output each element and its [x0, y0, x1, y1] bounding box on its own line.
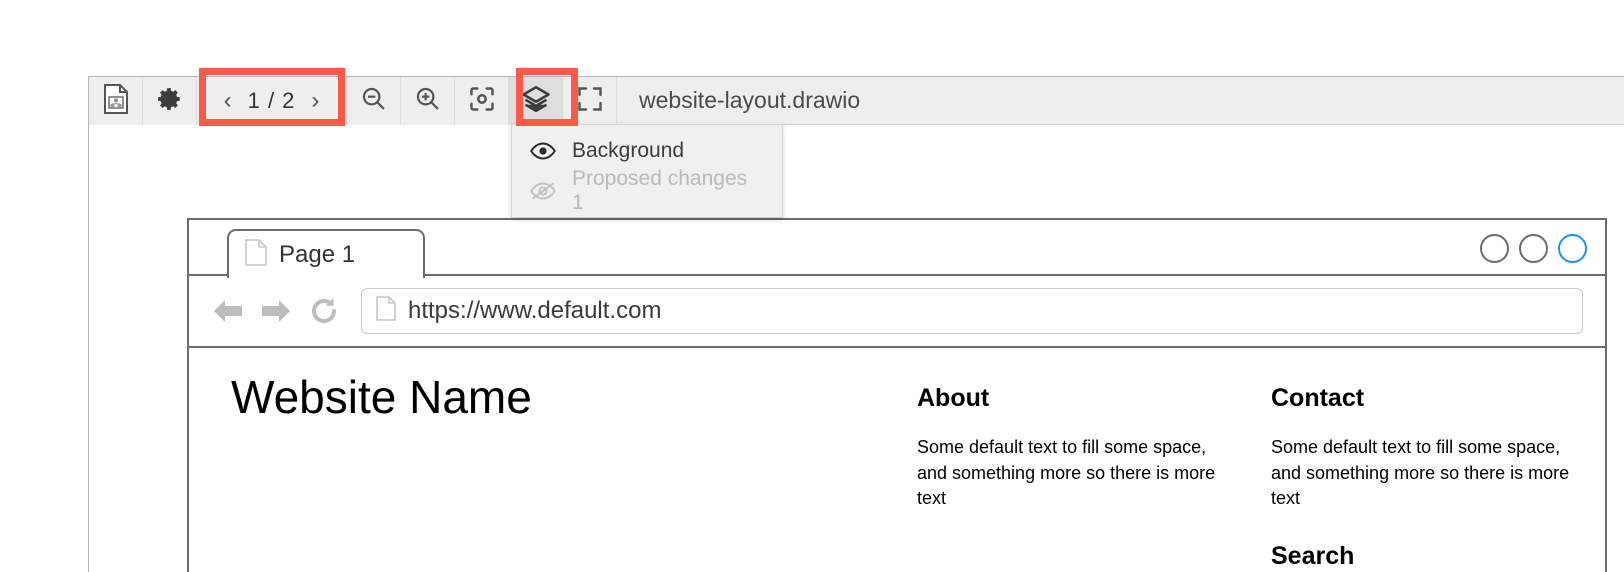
zoom-out-icon [360, 85, 388, 118]
url-text: https://www.default.com [408, 297, 662, 324]
website-title: Website Name [231, 371, 532, 423]
fullscreen-icon [576, 85, 604, 118]
layer-item-background[interactable]: Background [512, 131, 782, 171]
zoom-out-button[interactable] [347, 77, 401, 125]
eye-visible-icon[interactable] [530, 141, 556, 161]
screenshot-root: ‹ 1 / 2 › website-layout.drawio Page 1 h… [0, 0, 1624, 572]
column-contact-heading: Contact [1271, 384, 1365, 412]
layers-dropdown-menu: Background Proposed changes 1 [511, 124, 783, 218]
window-maximize-button[interactable] [1519, 234, 1548, 263]
gear-icon [157, 86, 183, 117]
column-contact: Contact Some default text to fill some s… [1271, 384, 1581, 572]
column-contact-body: Some default text to fill some space, an… [1271, 437, 1570, 509]
page-file-icon [245, 238, 267, 271]
column-about-heading: About [917, 384, 990, 412]
viewer-toolbar: ‹ 1 / 2 › website-layout.drawio [89, 77, 1624, 125]
search-heading: Search [1271, 541, 1355, 570]
forward-arrow-icon[interactable] [259, 296, 293, 326]
file-title: website-layout.drawio [617, 77, 1624, 124]
next-page-button[interactable]: › [309, 89, 321, 113]
eye-hidden-icon[interactable] [530, 181, 556, 201]
column-about-body: Some default text to fill some space, an… [917, 437, 1216, 509]
window-minimize-button[interactable] [1480, 234, 1509, 263]
prev-page-button[interactable]: ‹ [222, 89, 234, 113]
zoom-in-button[interactable] [401, 77, 455, 125]
layer-label-background: Background [572, 139, 685, 162]
zoom-in-icon [414, 85, 442, 118]
pager: ‹ 1 / 2 › [197, 77, 346, 125]
drawio-viewer: ‹ 1 / 2 › website-layout.drawio Page 1 h… [88, 76, 1624, 572]
window-controls [1480, 234, 1587, 263]
layer-label-proposed-changes: Proposed changes 1 [572, 167, 748, 214]
fullscreen-button[interactable] [563, 77, 617, 125]
layers-button[interactable] [509, 77, 563, 125]
browser-urlbar-row: https://www.default.com [189, 276, 1605, 348]
browser-tab-label: Page 1 [279, 240, 356, 268]
layers-icon [521, 84, 551, 119]
fit-page-icon [468, 85, 496, 118]
browser-tab-page-1[interactable]: Page 1 [227, 229, 425, 278]
window-close-button[interactable] [1558, 234, 1587, 263]
page-view-icon [103, 83, 129, 119]
browser-mockup: Page 1 https://www.default.com Website N… [187, 218, 1607, 572]
page-view-button[interactable] [89, 77, 143, 125]
website-body: Website Name About Some default text to … [189, 348, 1605, 572]
column-about: About Some default text to fill some spa… [917, 384, 1227, 512]
fit-page-button[interactable] [455, 77, 509, 125]
browser-tabbar: Page 1 [189, 220, 1605, 278]
url-input[interactable]: https://www.default.com [361, 288, 1583, 334]
settings-button[interactable] [143, 77, 197, 125]
layer-item-proposed-changes[interactable]: Proposed changes 1 [512, 167, 782, 214]
page-navigator[interactable]: ‹ 1 / 2 › [197, 77, 347, 125]
reload-icon[interactable] [307, 296, 341, 326]
page-count-label: 1 / 2 [247, 88, 296, 113]
url-page-icon [376, 296, 396, 326]
back-arrow-icon[interactable] [211, 296, 245, 326]
